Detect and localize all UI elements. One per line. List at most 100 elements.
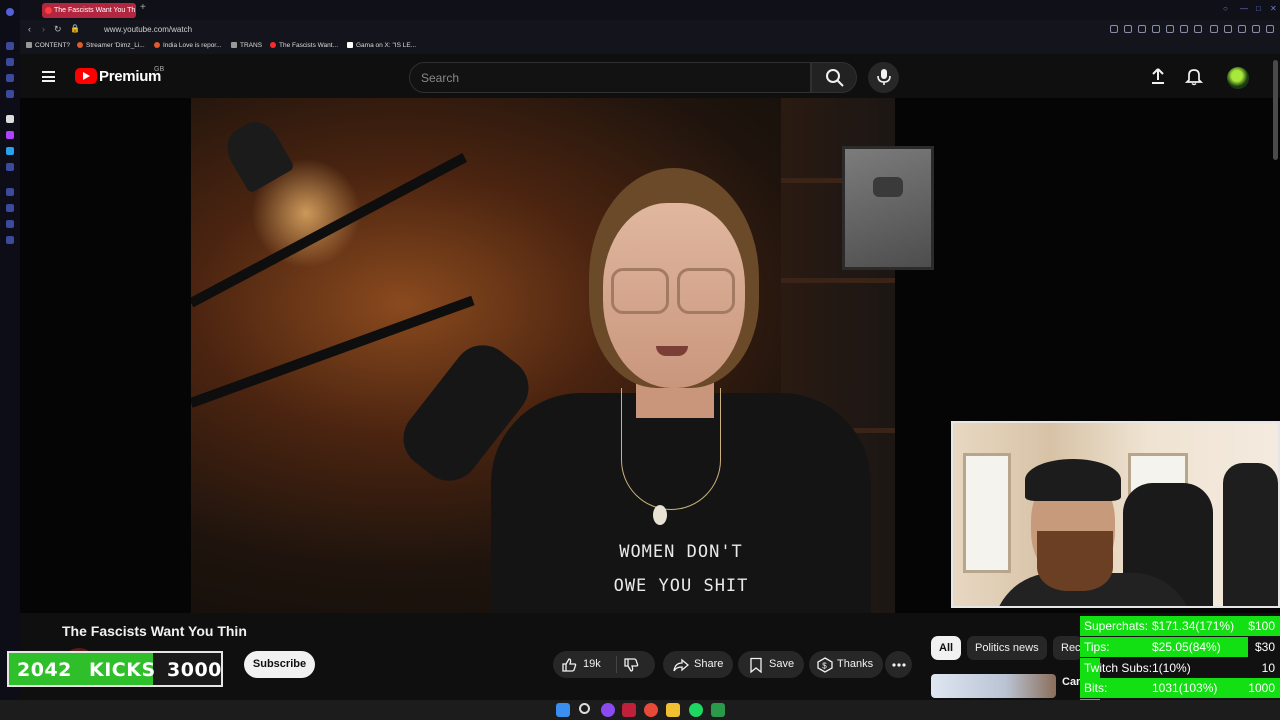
messenger-icon[interactable]	[6, 147, 14, 155]
spotify-icon[interactable]	[689, 703, 703, 717]
opera-gx-icon[interactable]	[622, 703, 636, 717]
search-input[interactable]	[421, 63, 801, 92]
download-icon[interactable]	[1238, 25, 1246, 33]
dislike-icon[interactable]	[623, 657, 639, 673]
goal-row: Superchats: $171.34(171%) $100	[1080, 616, 1280, 636]
more-horizontal-icon	[892, 663, 906, 667]
back-icon[interactable]: ‹	[28, 24, 31, 34]
youtube-favicon-icon	[45, 7, 52, 14]
bookmark-item[interactable]: Gama on X: "IS LE...	[347, 42, 416, 49]
menu-icon[interactable]	[1266, 25, 1274, 33]
bookmark-item[interactable]: TRANS	[231, 42, 262, 49]
recommended-video-title[interactable]: Car	[1062, 676, 1080, 688]
streamer-cap	[1025, 459, 1121, 501]
chip-politics-news[interactable]: Politics news	[967, 636, 1047, 660]
sidebar-app-icon[interactable]	[6, 220, 14, 228]
heart-icon[interactable]	[1194, 25, 1202, 33]
goal-target: 1000	[1248, 681, 1275, 696]
bookmark-save-icon	[750, 657, 762, 673]
extension-icon[interactable]	[1224, 25, 1232, 33]
speaker-mouth	[656, 346, 688, 356]
chrome-icon[interactable]	[644, 703, 658, 717]
reload-icon[interactable]: ↻	[54, 24, 62, 35]
glasses-left	[611, 268, 669, 314]
youtube-brand[interactable]: Premium	[99, 68, 161, 85]
necklace	[621, 388, 721, 510]
upload-icon[interactable]	[1148, 66, 1168, 86]
silver-play-button-plaque	[842, 146, 934, 270]
recommended-video-thumbnail[interactable]	[931, 674, 1056, 698]
extension-icon[interactable]	[1124, 25, 1132, 33]
subscribe-button[interactable]: Subscribe	[244, 651, 315, 678]
sidebar-app-icon[interactable]	[6, 42, 14, 50]
like-icon[interactable]	[561, 657, 577, 673]
extension-icon[interactable]	[1210, 25, 1218, 33]
goal-name: Twitch Subs:	[1084, 660, 1153, 675]
sidebar-app-icon[interactable]	[6, 236, 14, 244]
youtube-logo-icon[interactable]	[75, 68, 97, 84]
bookmark-item[interactable]: India Love is repor...	[154, 42, 222, 49]
new-tab-button[interactable]: +	[140, 2, 146, 13]
save-button[interactable]: Save	[738, 651, 804, 678]
search-icon[interactable]	[579, 703, 590, 714]
goal-row: Tips: $25.05(84%) $30	[1080, 636, 1280, 657]
search-button[interactable]	[811, 62, 857, 93]
goal-target: 10	[1261, 660, 1275, 675]
maximize-icon[interactable]: □	[1256, 4, 1261, 13]
coat	[1223, 463, 1278, 606]
tab-strip: The Fascists Want You Th + ○ — □ ✕	[20, 0, 1280, 20]
windows-start-icon[interactable]	[556, 703, 570, 717]
close-window-icon[interactable]: ✕	[1270, 4, 1277, 13]
sidebar-app-icon[interactable]	[6, 115, 14, 123]
windows-taskbar	[0, 700, 1280, 720]
goal-target: $30	[1254, 639, 1275, 654]
like-count[interactable]: 19k	[583, 651, 601, 678]
opera-logo-icon[interactable]	[6, 8, 14, 16]
sidebar-app-icon[interactable]	[6, 58, 14, 66]
sidebar-app-icon[interactable]	[6, 74, 14, 82]
goal-name: Bits:	[1084, 681, 1108, 696]
app-icon[interactable]	[711, 703, 725, 717]
bookmark-item[interactable]: The Fascists Want...	[270, 42, 338, 49]
bookmark-item[interactable]: Streamer 'Dimz_Li...	[77, 42, 145, 49]
tab-active[interactable]: The Fascists Want You Th	[42, 3, 136, 18]
bookmarks-bar: CONTENT? Streamer 'Dimz_Li... India Love…	[20, 40, 1280, 54]
glasses-right	[677, 268, 735, 314]
chip-recent[interactable]: Rec	[1053, 636, 1083, 660]
chip-all[interactable]: All	[931, 636, 962, 660]
youtube-header: Premium GB	[20, 54, 1280, 98]
goal-value: $171.34(171%)	[1152, 619, 1235, 633]
sidebar-app-icon[interactable]	[6, 188, 14, 196]
guide-menu-icon[interactable]	[42, 71, 55, 82]
sidebar-app-icon[interactable]	[6, 163, 14, 171]
thanks-button[interactable]: $ Thanks	[809, 651, 883, 678]
user-avatar[interactable]	[1227, 67, 1249, 89]
super-thanks-icon: $	[817, 657, 833, 673]
search-tabs-icon[interactable]: ○	[1223, 4, 1228, 13]
page-scrollbar[interactable]	[1273, 60, 1278, 160]
lock-icon[interactable]: 🔒	[70, 24, 80, 33]
streamer-webcam	[951, 421, 1280, 608]
notifications-bell-icon[interactable]	[1184, 66, 1204, 86]
share-button[interactable]: Share	[663, 651, 733, 678]
minimize-icon[interactable]: —	[1240, 4, 1248, 13]
extension-icon[interactable]	[1138, 25, 1146, 33]
zoom-icon[interactable]	[1110, 25, 1118, 33]
forward-icon[interactable]: ›	[42, 24, 45, 34]
sidebar-app-icon[interactable]	[6, 204, 14, 212]
discord-icon[interactable]	[601, 703, 615, 717]
twitch-icon[interactable]	[6, 131, 14, 139]
sidebar-app-icon[interactable]	[6, 90, 14, 98]
play-icon[interactable]	[1180, 25, 1188, 33]
file-explorer-icon[interactable]	[666, 703, 680, 717]
bookmark-item[interactable]: CONTENT?	[26, 42, 70, 49]
kicks-label: KICKS	[89, 659, 156, 681]
microphone-icon	[877, 69, 891, 85]
pendant	[653, 505, 667, 525]
voice-search-button[interactable]	[868, 62, 899, 93]
url-field[interactable]: www.youtube.com/watch	[104, 25, 192, 34]
shield-icon[interactable]	[1166, 25, 1174, 33]
more-actions-button[interactable]	[885, 651, 912, 678]
extension-icon[interactable]	[1152, 25, 1160, 33]
extension-icon[interactable]	[1252, 25, 1260, 33]
